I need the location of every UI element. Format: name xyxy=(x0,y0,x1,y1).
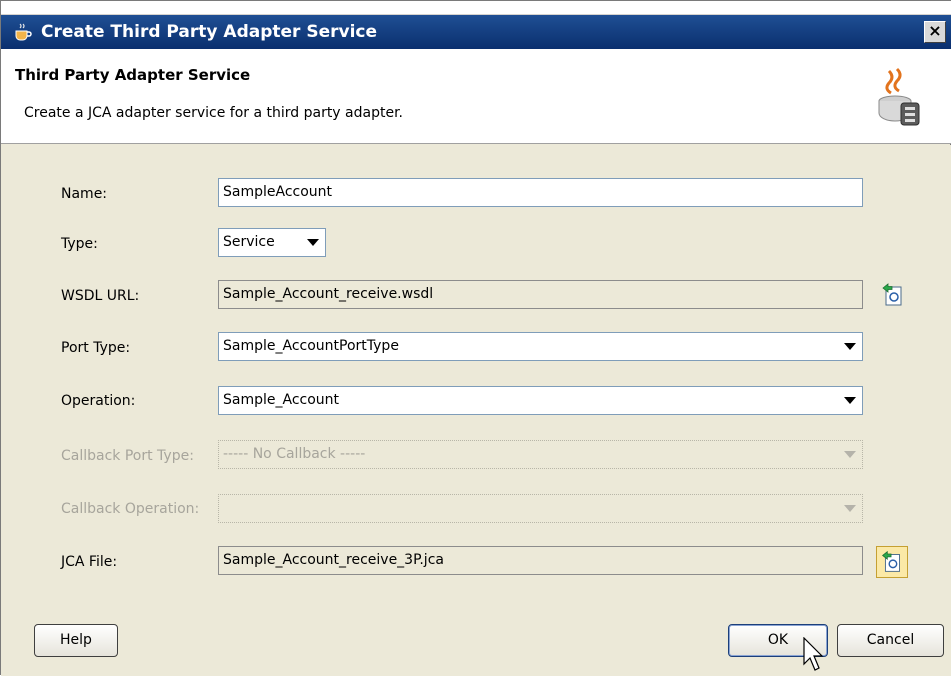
jca-file-field[interactable]: Sample_Account_receive_3P.jca xyxy=(218,546,863,575)
operation-select-value: Sample_Account xyxy=(223,392,340,408)
operation-select[interactable]: Sample_Account xyxy=(218,386,863,415)
name-input[interactable]: SampleAccount xyxy=(218,178,863,207)
dialog-header: Third Party Adapter Service Create a JCA… xyxy=(1,49,951,144)
background-strip xyxy=(1,1,951,15)
callback-port-type-select: ----- No Callback ----- xyxy=(218,440,863,469)
wsdl-url-label: WSDL URL: xyxy=(61,288,140,304)
callback-port-type-label: Callback Port Type: xyxy=(61,448,194,464)
java-adapter-icon xyxy=(878,67,920,126)
port-type-label: Port Type: xyxy=(61,340,131,356)
mouse-pointer-icon xyxy=(803,637,824,671)
port-type-select[interactable]: Sample_AccountPortType xyxy=(218,332,863,361)
cancel-button[interactable]: Cancel xyxy=(837,624,944,657)
port-type-select-value: Sample_AccountPortType xyxy=(223,338,399,354)
jca-file-label: JCA File: xyxy=(61,554,118,570)
callback-operation-select xyxy=(218,494,863,523)
type-label: Type: xyxy=(61,236,98,252)
chevron-down-icon xyxy=(307,239,319,246)
name-label: Name: xyxy=(61,186,108,202)
callback-operation-label: Callback Operation: xyxy=(61,501,200,517)
browse-jca-icon[interactable] xyxy=(876,546,908,578)
chevron-down-icon xyxy=(844,451,856,458)
type-select[interactable]: Service xyxy=(218,228,326,257)
callback-port-type-select-value: ----- No Callback ----- xyxy=(223,446,366,462)
dialog-window: Create Third Party Adapter Service × Thi… xyxy=(0,0,951,676)
window-title: Create Third Party Adapter Service xyxy=(41,22,378,42)
wsdl-url-field[interactable]: Sample_Account_receive.wsdl xyxy=(218,280,863,309)
browse-wsdl-icon[interactable] xyxy=(879,281,907,309)
header-description: Create a JCA adapter service for a third… xyxy=(24,105,403,121)
chevron-down-icon xyxy=(844,505,856,512)
help-button[interactable]: Help xyxy=(34,624,118,657)
operation-label: Operation: xyxy=(61,393,136,409)
chevron-down-icon xyxy=(844,397,856,404)
chevron-down-icon xyxy=(844,343,856,350)
type-select-value: Service xyxy=(223,234,275,250)
title-bar[interactable]: Create Third Party Adapter Service × xyxy=(1,15,951,49)
close-button[interactable]: × xyxy=(924,21,946,43)
header-title: Third Party Adapter Service xyxy=(15,66,251,84)
coffee-cup-icon xyxy=(15,23,32,41)
